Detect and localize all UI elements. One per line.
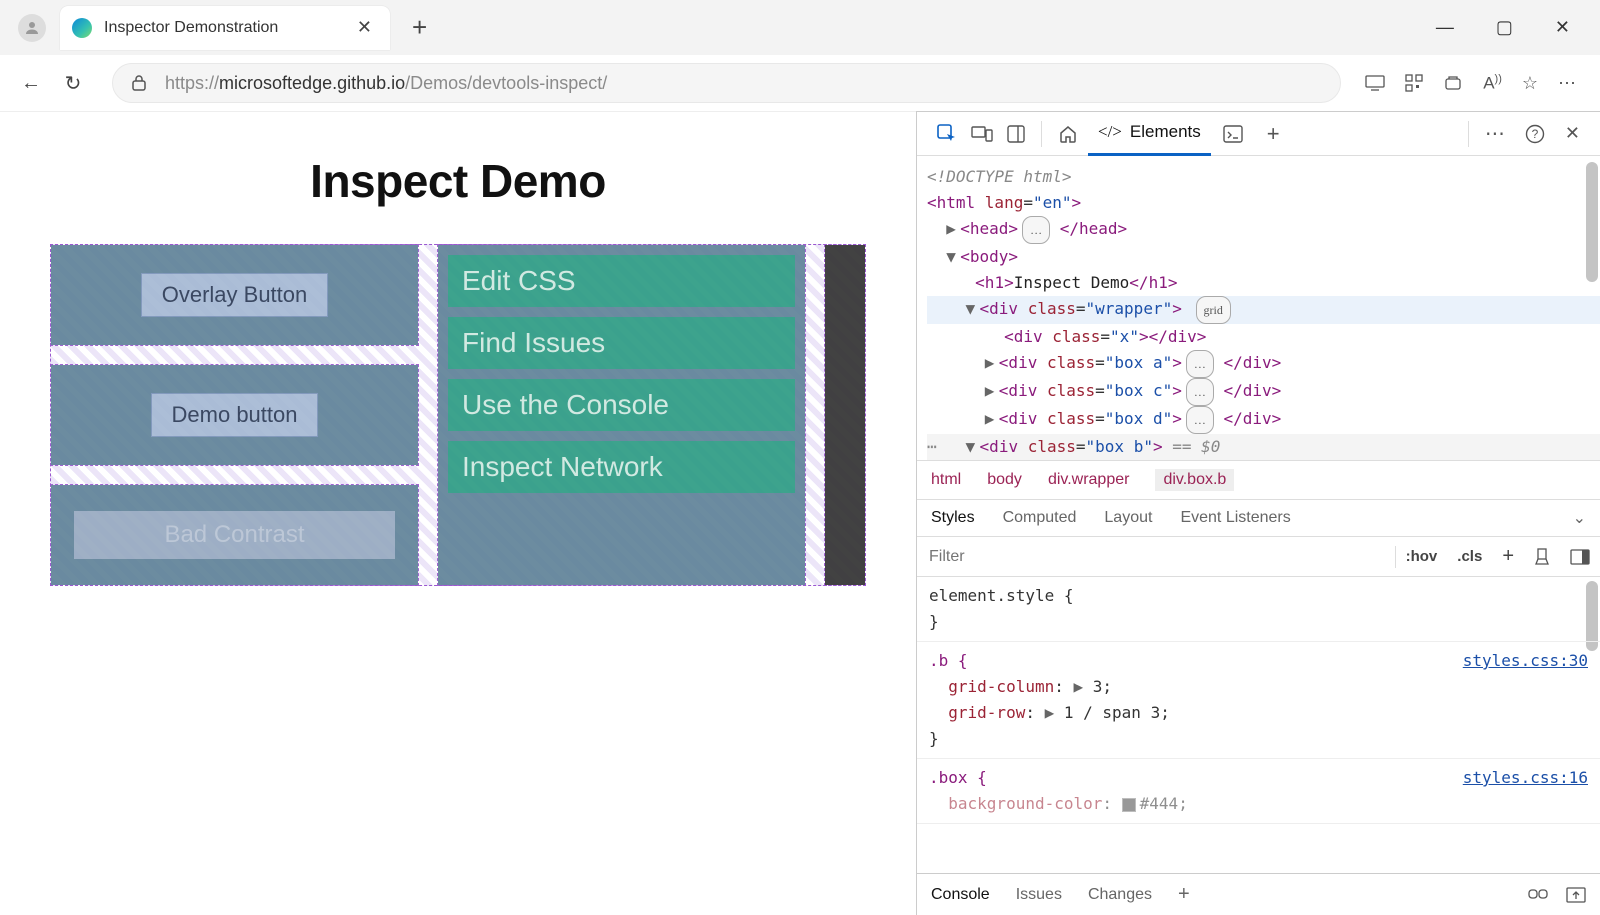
inspect-element-icon[interactable] bbox=[937, 124, 957, 144]
address-bar-row: ← ↻ https://microsoftedge.github.io/Demo… bbox=[0, 55, 1600, 111]
crumb-wrapper[interactable]: div.wrapper bbox=[1048, 471, 1130, 489]
rule-element-style[interactable]: element.style { } bbox=[917, 577, 1600, 642]
dom-doctype: <!DOCTYPE html> bbox=[927, 167, 1072, 186]
hov-button[interactable]: :hov bbox=[1396, 548, 1448, 565]
page-viewport: Inspect Demo Overlay Button Edit CSS Fin… bbox=[0, 111, 916, 915]
styles-tabs: Styles Computed Layout Event Listeners ⌄ bbox=[917, 500, 1600, 537]
brush-icon[interactable] bbox=[1524, 548, 1560, 566]
overlay-button[interactable]: Overlay Button bbox=[141, 273, 329, 317]
panel-layout-icon[interactable] bbox=[1007, 125, 1025, 143]
tab-computed[interactable]: Computed bbox=[1003, 509, 1077, 527]
cls-button[interactable]: .cls bbox=[1447, 548, 1492, 565]
tab-close-button[interactable]: ✕ bbox=[351, 13, 378, 42]
drawer-issues[interactable]: Issues bbox=[1016, 886, 1062, 904]
tab-title: Inspector Demonstration bbox=[104, 19, 351, 37]
person-icon bbox=[23, 19, 41, 37]
new-tab-button[interactable]: + bbox=[390, 12, 449, 43]
browser-tab[interactable]: Inspector Demonstration ✕ bbox=[60, 6, 390, 50]
close-devtools-button[interactable]: ✕ bbox=[1555, 123, 1590, 144]
grid-cell-a: Overlay Button bbox=[51, 245, 418, 345]
elements-tab[interactable]: </> Elements bbox=[1088, 112, 1211, 156]
window-close-button[interactable]: ✕ bbox=[1555, 17, 1570, 38]
minimize-button[interactable]: — bbox=[1436, 17, 1454, 38]
favorite-icon[interactable]: ☆ bbox=[1522, 73, 1538, 94]
url-path: /Demos/devtools-inspect/ bbox=[405, 73, 607, 94]
new-rule-button[interactable]: + bbox=[1492, 545, 1524, 568]
rule-b[interactable]: styles.css:30 .b { grid-column: ▶ 3; gri… bbox=[917, 642, 1600, 759]
source-link-b[interactable]: styles.css:30 bbox=[1463, 648, 1588, 674]
url-scheme: https:// bbox=[165, 73, 219, 94]
grid-cell-d: Bad Contrast bbox=[51, 485, 418, 585]
more-tools-icon[interactable]: ⋯ bbox=[1475, 121, 1515, 146]
source-link-box[interactable]: styles.css:16 bbox=[1463, 765, 1588, 791]
drawer-link-icon[interactable] bbox=[1528, 887, 1548, 903]
dom-tree[interactable]: <!DOCTYPE html> <html lang="en"> ▶<head>… bbox=[917, 156, 1600, 461]
back-button[interactable]: ← bbox=[10, 72, 52, 95]
desktop-icon[interactable] bbox=[1365, 75, 1385, 91]
code-icon: </> bbox=[1098, 122, 1122, 142]
grid-nav-column: Edit CSS Find Issues Use the Console Ins… bbox=[438, 245, 805, 585]
nav-use-console[interactable]: Use the Console bbox=[448, 379, 795, 431]
drawer-add-button[interactable]: + bbox=[1178, 883, 1190, 906]
drawer-console[interactable]: Console bbox=[931, 886, 990, 904]
bad-contrast-button[interactable]: Bad Contrast bbox=[74, 511, 394, 559]
read-aloud-icon[interactable]: A)) bbox=[1483, 73, 1502, 94]
lock-icon bbox=[131, 74, 147, 92]
scrollbar-thumb[interactable] bbox=[1586, 162, 1598, 282]
drawer-changes[interactable]: Changes bbox=[1088, 886, 1152, 904]
tab-styles[interactable]: Styles bbox=[931, 509, 975, 527]
style-rules[interactable]: element.style { } styles.css:30 .b { gri… bbox=[917, 577, 1600, 873]
demo-grid-wrapper: Overlay Button Edit CSS Find Issues Use … bbox=[50, 244, 866, 586]
crumb-body[interactable]: body bbox=[987, 471, 1022, 489]
grid-cell-c: Demo button bbox=[51, 365, 418, 465]
elements-tab-label: Elements bbox=[1130, 122, 1201, 142]
tab-layout[interactable]: Layout bbox=[1104, 509, 1152, 527]
profile-avatar[interactable] bbox=[18, 14, 46, 42]
demo-button[interactable]: Demo button bbox=[151, 393, 319, 437]
dom-wrapper-row[interactable]: ▼<div class="wrapper"> grid bbox=[927, 296, 1600, 324]
nav-edit-css[interactable]: Edit CSS bbox=[448, 255, 795, 307]
computed-toggle-icon[interactable] bbox=[1560, 549, 1600, 565]
devtools-drawer: Console Issues Changes + bbox=[917, 873, 1600, 915]
crumb-box-b[interactable]: div.box.b bbox=[1155, 469, 1234, 491]
drawer-expand-icon[interactable] bbox=[1566, 887, 1586, 903]
dom-selected-row[interactable]: ⋯ ▼<div class="box b"> == $0 bbox=[927, 434, 1600, 460]
more-icon[interactable]: ⋯ bbox=[1558, 73, 1576, 94]
styles-filter-input[interactable] bbox=[917, 548, 1395, 566]
add-tab-button[interactable]: + bbox=[1255, 121, 1292, 147]
welcome-tab-icon[interactable] bbox=[1048, 124, 1088, 144]
styles-filter-bar: :hov .cls + bbox=[917, 537, 1600, 577]
browser-titlebar: Inspector Demonstration ✕ + — ▢ ✕ bbox=[0, 0, 1600, 55]
chevron-down-icon[interactable]: ⌄ bbox=[1573, 508, 1586, 528]
devtools-toolbar: </> Elements + ⋯ ? ✕ bbox=[917, 112, 1600, 156]
refresh-button[interactable]: ↻ bbox=[52, 71, 94, 96]
devtools-panel: </> Elements + ⋯ ? ✕ <!DOCTYPE html> <ht… bbox=[916, 111, 1600, 915]
maximize-button[interactable]: ▢ bbox=[1496, 17, 1513, 38]
help-icon[interactable]: ? bbox=[1515, 124, 1555, 144]
tab-event-listeners[interactable]: Event Listeners bbox=[1180, 509, 1290, 527]
dom-breadcrumb[interactable]: html body div.wrapper div.box.b bbox=[917, 461, 1600, 500]
rule-box[interactable]: styles.css:16 .box { background-color: #… bbox=[917, 759, 1600, 824]
nav-inspect-network[interactable]: Inspect Network bbox=[448, 441, 795, 493]
crumb-html[interactable]: html bbox=[931, 471, 961, 489]
collections-icon[interactable] bbox=[1443, 75, 1463, 91]
svg-text:?: ? bbox=[1532, 127, 1539, 141]
address-bar[interactable]: https://microsoftedge.github.io/Demos/de… bbox=[112, 63, 1341, 103]
qr-icon[interactable] bbox=[1405, 74, 1423, 92]
grid-dark-column bbox=[825, 245, 865, 585]
page-heading: Inspect Demo bbox=[50, 154, 866, 208]
console-tab-icon[interactable] bbox=[1211, 125, 1255, 143]
url-host: microsoftedge.github.io bbox=[219, 73, 405, 94]
nav-find-issues[interactable]: Find Issues bbox=[448, 317, 795, 369]
device-toolbar-icon[interactable] bbox=[971, 125, 993, 143]
edge-favicon-icon bbox=[72, 18, 92, 38]
